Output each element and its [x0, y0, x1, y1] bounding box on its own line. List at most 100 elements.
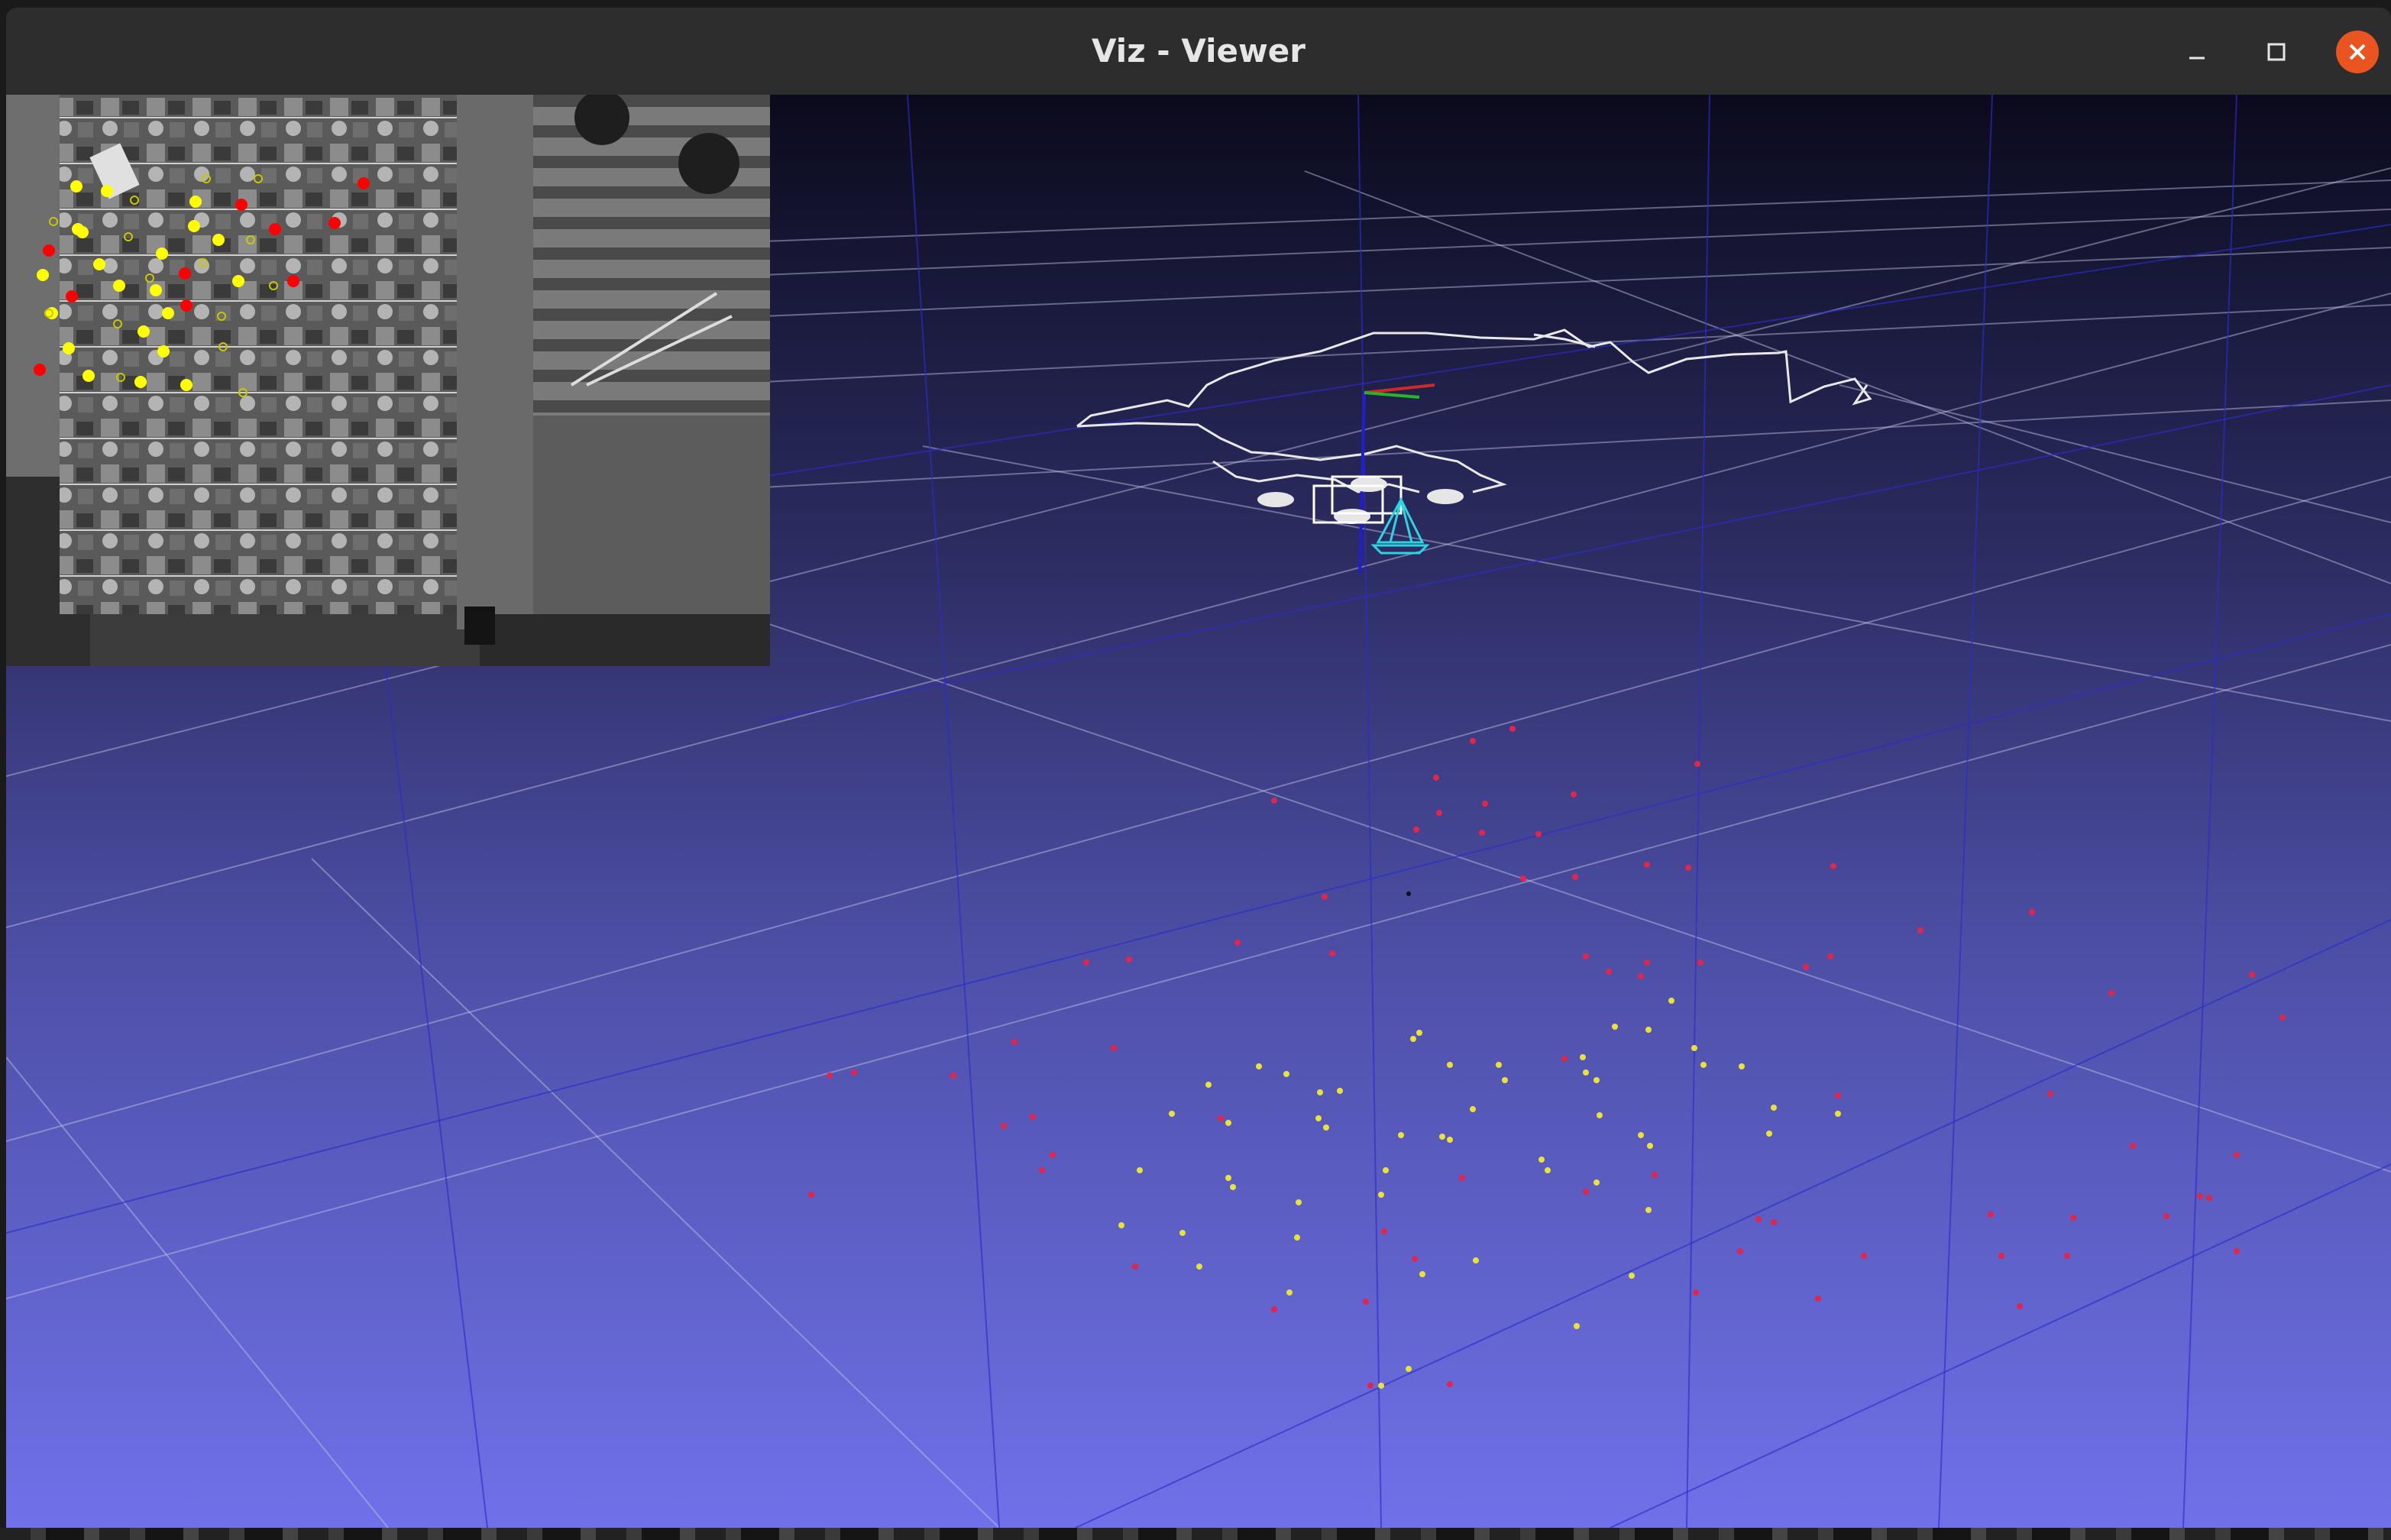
map-point-yellow — [1323, 1124, 1329, 1131]
map-point-yellow — [1317, 1089, 1323, 1095]
map-point-red — [2234, 1248, 2240, 1254]
camera-image-inset — [6, 95, 770, 666]
feature-yellow — [180, 379, 193, 391]
map-point-red — [1381, 1228, 1387, 1234]
map-point-red — [1815, 1296, 1821, 1302]
map-point-red — [808, 1192, 814, 1198]
camera-trajectory — [1076, 328, 1872, 493]
map-point-red — [1459, 1175, 1465, 1181]
map-point-red — [851, 1069, 857, 1076]
map-point-yellow — [1700, 1062, 1707, 1068]
map-point-red — [1234, 940, 1241, 946]
map-point-red — [1988, 1212, 1994, 1218]
map-point-red — [2163, 1213, 2169, 1219]
map-point-yellow — [1283, 1071, 1289, 1077]
map-point-yellow — [1612, 1024, 1618, 1030]
map-point-red — [1083, 959, 1089, 966]
map-point-yellow — [1668, 998, 1674, 1004]
map-point-red — [1050, 1152, 1056, 1158]
feature-yellow — [76, 226, 89, 238]
map-point-yellow — [1691, 1045, 1697, 1051]
map-point-yellow — [1225, 1120, 1231, 1126]
map-point-red — [1509, 726, 1516, 732]
desktop-taskbar-strip — [0, 1528, 2391, 1540]
map-point-red — [2108, 990, 2114, 996]
map-point-yellow — [1296, 1199, 1302, 1205]
map-point-yellow — [1645, 1207, 1652, 1213]
map-point-red — [2234, 1152, 2240, 1158]
feature-red — [269, 223, 281, 235]
feature-yellow — [101, 185, 113, 197]
map-point-red — [1693, 1289, 1699, 1296]
feature-yellow — [232, 275, 244, 287]
triangulated-map-points — [1118, 998, 1841, 1389]
map-point-red — [1433, 775, 1439, 781]
map-point-red — [1535, 831, 1542, 837]
minimize-button[interactable] — [2176, 31, 2218, 73]
map-point-red — [1685, 865, 1691, 871]
map-point-red — [1271, 1306, 1277, 1312]
map-point-red — [1413, 827, 1419, 833]
map-point-yellow — [1835, 1111, 1841, 1117]
map-point-yellow — [1378, 1383, 1384, 1389]
feature-yellow — [189, 196, 202, 208]
feature-red — [34, 364, 46, 376]
map-point-red — [1606, 969, 1612, 975]
minimize-icon — [2189, 57, 2205, 60]
map-point-yellow — [1419, 1271, 1425, 1277]
map-point-red — [2130, 1143, 2136, 1149]
map-point-red — [1572, 874, 1578, 880]
map-point-red — [2029, 909, 2035, 915]
title-bar[interactable]: Viz - Viewer — [6, 8, 2391, 95]
feature-yellow — [156, 247, 168, 260]
map-point-red — [1917, 927, 1923, 933]
map-point-yellow — [1583, 1069, 1589, 1076]
map-point-yellow — [1766, 1131, 1772, 1137]
map-point-red — [1583, 953, 1589, 959]
map-point-yellow — [1580, 1054, 1586, 1060]
map-point-yellow — [1337, 1088, 1343, 1094]
map-point-yellow — [1496, 1062, 1502, 1068]
feature-yellow — [150, 284, 162, 296]
map-point-yellow — [1315, 1115, 1322, 1121]
map-point-yellow — [1439, 1134, 1445, 1140]
map-point-red — [1322, 894, 1328, 900]
feature-yellow — [70, 180, 83, 192]
map-point-red — [1271, 798, 1277, 804]
3d-viewport[interactable] — [6, 95, 2391, 1528]
map-point-red — [1638, 973, 1644, 979]
map-point-red — [1001, 1123, 1007, 1129]
map-point-red — [2064, 1253, 2070, 1259]
map-point-yellow — [1574, 1323, 1580, 1329]
maximize-button[interactable] — [2255, 31, 2298, 73]
map-point-yellow — [1398, 1132, 1404, 1138]
feature-yellow — [37, 269, 49, 281]
map-point-red — [1470, 738, 1476, 744]
close-icon — [2349, 44, 2366, 60]
feature-red — [179, 267, 191, 280]
map-point-red — [1697, 959, 1703, 966]
map-point-yellow — [1629, 1273, 1635, 1279]
map-point-red — [1644, 862, 1650, 868]
map-point-yellow — [1597, 1112, 1603, 1118]
map-point-red — [1830, 863, 1836, 869]
map-point-yellow — [1137, 1167, 1143, 1173]
feature-yellow — [157, 345, 170, 358]
map-point-red — [1218, 1115, 1224, 1121]
map-point-yellow — [1771, 1105, 1777, 1111]
window-title: Viz - Viewer — [1092, 32, 1306, 70]
feature-yellow — [138, 325, 150, 338]
map-point-red — [950, 1072, 956, 1079]
close-button[interactable] — [2336, 31, 2379, 73]
map-point-yellow — [1378, 1192, 1384, 1198]
map-point-red — [2017, 1303, 2023, 1309]
map-point-red — [1482, 801, 1488, 807]
map-point-red — [1803, 964, 1809, 970]
camera-frame — [6, 95, 770, 666]
map-point-red — [2279, 1014, 2286, 1021]
map-point-yellow — [1406, 1366, 1412, 1372]
map-point-yellow — [1447, 1137, 1453, 1143]
map-point-yellow — [1118, 1222, 1124, 1228]
feature-red — [358, 177, 370, 189]
feature-yellow — [134, 376, 147, 388]
